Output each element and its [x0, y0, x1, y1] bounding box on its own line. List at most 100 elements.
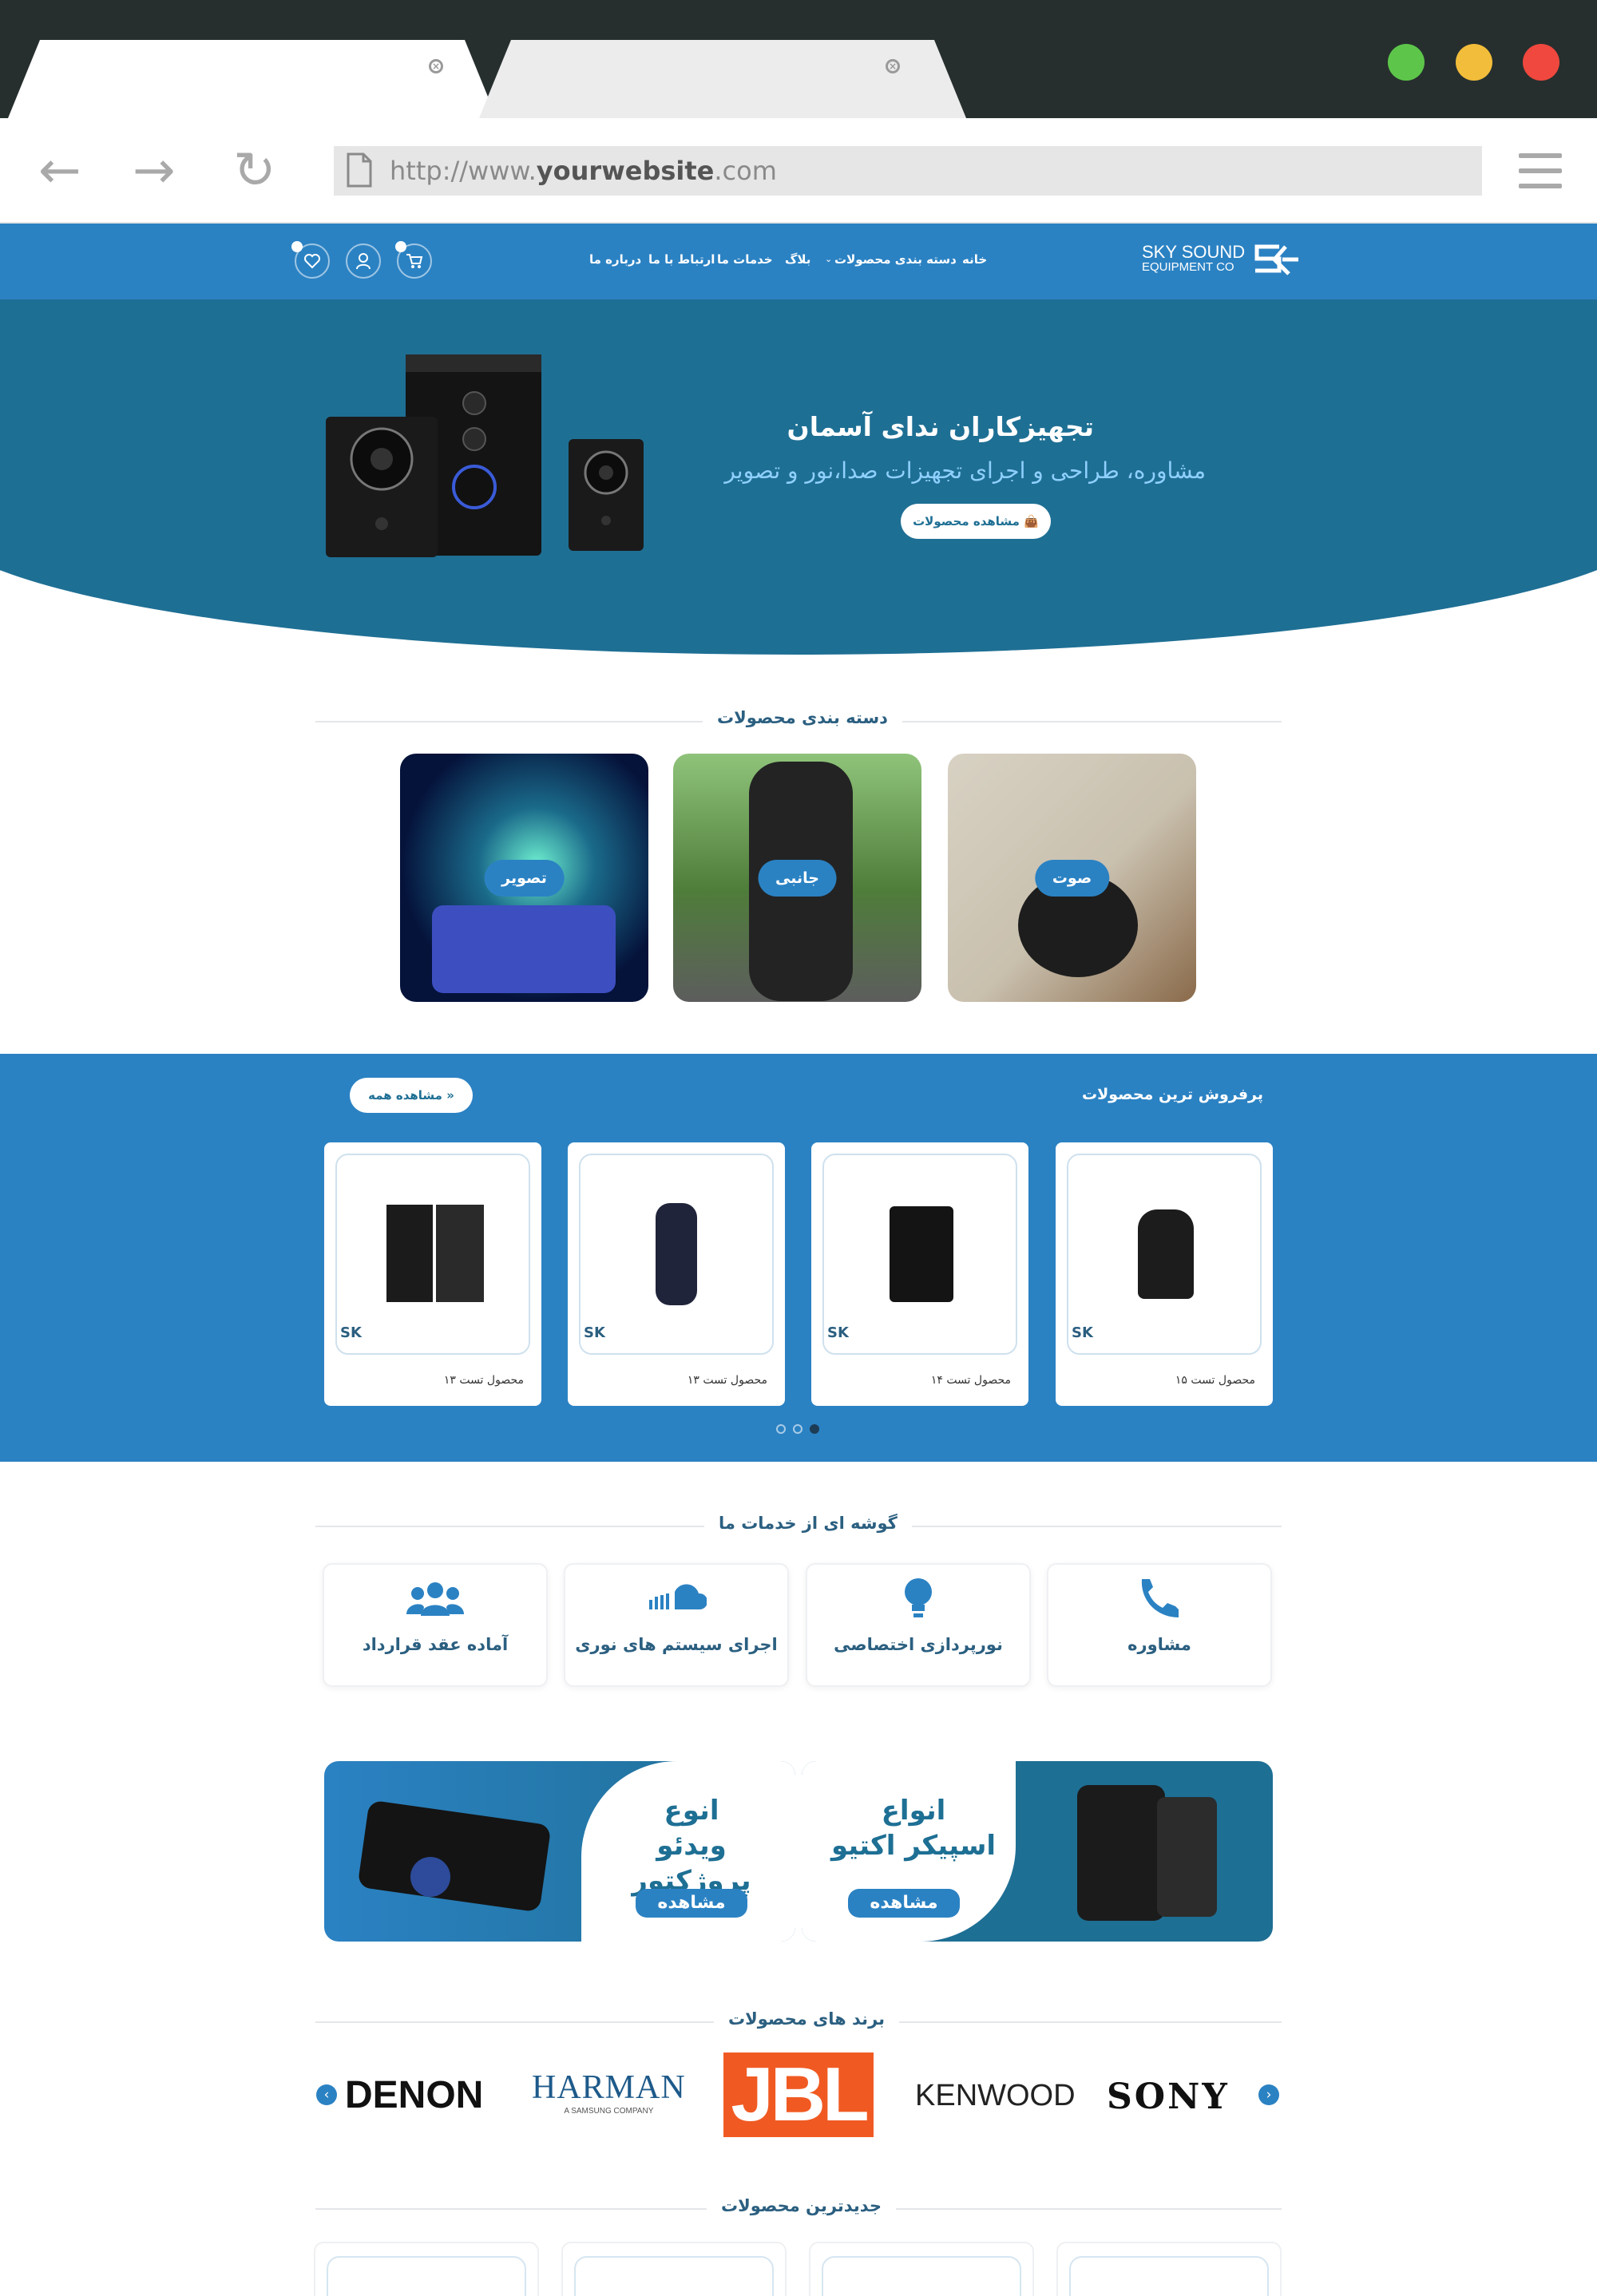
cart-icon — [406, 254, 423, 268]
reload-icon[interactable]: ↻ — [233, 145, 276, 196]
product-image — [436, 1205, 484, 1302]
browser-menu-icon[interactable] — [1519, 153, 1562, 188]
view-products-button[interactable]: مشاهده محصولات 👜 — [901, 504, 1051, 539]
nav-blog[interactable]: بلاگ — [785, 252, 810, 267]
user-icon — [356, 253, 371, 270]
nav-categories[interactable]: دسته بندی محصولات — [834, 252, 957, 267]
view-all-button[interactable]: مشاهده همه » — [350, 1078, 473, 1113]
hero-subtitle: مشاوره، طراحی و اجرای تجهیزات صدا،نور و … — [724, 457, 1206, 484]
nav-contact[interactable]: ارتباط با ما — [648, 252, 715, 267]
service-label: اجرای سیستم های نوری — [575, 1635, 778, 1654]
product-name: محصول تست ۱۳ — [687, 1374, 767, 1387]
soundcloud-icon — [649, 1584, 707, 1609]
service-card-consulting[interactable]: مشاوره — [1047, 1563, 1272, 1687]
service-card-lighting[interactable]: نورپردازی اختصاصی — [806, 1563, 1031, 1687]
brand-logo-kenwood[interactable]: KENWOOD — [915, 2079, 1076, 2113]
services-title: گوشه ای از خدمات ما — [704, 1514, 912, 1533]
banner-title-line2: ویدئو پروژکتور — [632, 1830, 751, 1897]
lightbulb-icon — [905, 1578, 932, 1617]
product-card[interactable]: SK محصول تست ۱۳ — [324, 1142, 541, 1406]
nav-services[interactable]: خدمات ما — [717, 252, 773, 267]
harman-subtext: A SAMSUNG COMPANY — [564, 2107, 654, 2116]
brands-prev-icon[interactable]: ‹ — [316, 2084, 337, 2105]
category-label: تصویر — [484, 859, 565, 897]
projector-image — [432, 905, 616, 993]
service-card-light-systems[interactable]: اجرای سیستم های نوری — [564, 1563, 789, 1687]
hero-title: تجهیزکاران ندای آسمان — [787, 411, 1094, 442]
brands-next-icon[interactable]: › — [1258, 2084, 1279, 2105]
carousel-dot-active[interactable] — [810, 1424, 819, 1434]
category-card-accessories[interactable]: جانبی — [673, 754, 921, 1002]
heart-icon — [304, 254, 320, 269]
product-logo-icon: SK — [1072, 1324, 1093, 1341]
category-card-video[interactable]: تصویر — [400, 754, 648, 1002]
banner-title-line1: انواع — [881, 1795, 946, 1827]
banner-view-button[interactable]: مشاهده — [636, 1889, 747, 1918]
product-card[interactable]: SK محصول تست ۱۴ — [811, 1142, 1028, 1406]
url-prefix: http://www. — [390, 156, 537, 186]
new-product-card[interactable] — [561, 2242, 787, 2296]
service-label: نورپردازی اختصاصی — [834, 1635, 1003, 1654]
product-image-frame — [327, 2256, 526, 2296]
tab-close-icon[interactable]: × — [429, 59, 443, 73]
account-button[interactable] — [346, 243, 381, 279]
service-card-contract[interactable]: آماده عقد قرارداد — [323, 1563, 548, 1687]
window-close-dot[interactable] — [1523, 44, 1559, 81]
bestsellers-title: پرفروش ترین محصولات — [1082, 1086, 1263, 1103]
banner-title-line1: انوع — [664, 1795, 719, 1827]
brand-logo-jbl[interactable]: JBL — [723, 2053, 874, 2137]
product-card[interactable]: SK محصول تست ۱۳ — [568, 1142, 785, 1406]
wishlist-badge — [291, 241, 303, 252]
window-maximize-dot[interactable] — [1388, 44, 1425, 81]
new-product-card[interactable] — [314, 2242, 539, 2296]
product-name: محصول تست ۱۳ — [443, 1374, 524, 1387]
product-logo-icon: SK — [340, 1324, 362, 1341]
site-logo[interactable]: SKY SOUND EQUIPMENT CO — [1142, 243, 1245, 274]
product-image-frame — [1069, 2256, 1269, 2296]
harman-text: HARMAN — [532, 2069, 686, 2106]
banner-active-speakers[interactable]: انواع اسپیکر اکتیو مشاهده — [802, 1761, 1273, 1942]
projector-image — [357, 1799, 552, 1913]
projector-lens — [410, 1857, 450, 1897]
speaker-image — [1077, 1785, 1165, 1921]
product-image — [386, 1205, 433, 1302]
speaker-image — [1157, 1797, 1217, 1917]
jbl-text: JBL — [731, 2052, 869, 2137]
browser-tab[interactable]: × — [479, 40, 966, 118]
nav-about[interactable]: درباره ما — [589, 252, 641, 267]
new-product-card[interactable] — [1056, 2242, 1282, 2296]
carousel-dot[interactable] — [793, 1424, 802, 1434]
product-image — [890, 1206, 953, 1302]
brand-logo-sony[interactable]: SONY — [1107, 2076, 1230, 2117]
new-product-card[interactable] — [809, 2242, 1034, 2296]
url-suffix: .com — [714, 156, 777, 186]
page-document-icon — [347, 152, 372, 188]
newest-title: جدیدترین محصولات — [707, 2196, 897, 2215]
product-name: محصول تست ۱۵ — [1175, 1374, 1255, 1387]
category-card-audio[interactable]: صوت — [948, 754, 1196, 1002]
category-label: جانبی — [758, 859, 837, 897]
phone-icon — [1141, 1579, 1179, 1617]
carousel-dot[interactable] — [776, 1424, 786, 1434]
product-image-frame — [574, 2256, 774, 2296]
back-arrow-icon[interactable]: ← — [38, 145, 81, 196]
url-text[interactable]: http://www.yourwebsite.com — [390, 156, 777, 186]
service-label: آماده عقد قرارداد — [362, 1635, 509, 1654]
tab-close-icon[interactable]: × — [886, 59, 900, 73]
nav-home[interactable]: خانه — [962, 252, 987, 267]
url-domain: yourwebsite — [536, 156, 715, 186]
logo-line2: EQUIPMENT CO — [1142, 260, 1234, 274]
brand-logo-denon[interactable]: DENON — [345, 2073, 483, 2117]
cart-badge — [395, 241, 406, 252]
product-card[interactable]: SK محصول تست ۱۵ — [1056, 1142, 1273, 1406]
forward-arrow-icon[interactable]: → — [133, 145, 176, 196]
banner-title-line2: اسپیکر اکتیو — [830, 1830, 997, 1862]
brand-logo-harman[interactable]: HARMAN A SAMSUNG COMPANY — [532, 2068, 686, 2116]
banner-video-projectors[interactable]: انوع ویدئو پروژکتور مشاهده — [324, 1761, 795, 1942]
browser-tab-active[interactable]: × — [8, 40, 497, 118]
product-image — [1138, 1209, 1194, 1299]
view-products-label: مشاهده محصولات — [913, 514, 1020, 528]
window-minimize-dot[interactable] — [1456, 44, 1492, 81]
banner-view-button[interactable]: مشاهده — [848, 1889, 960, 1918]
brands-title: برند های محصولات — [714, 2009, 900, 2029]
